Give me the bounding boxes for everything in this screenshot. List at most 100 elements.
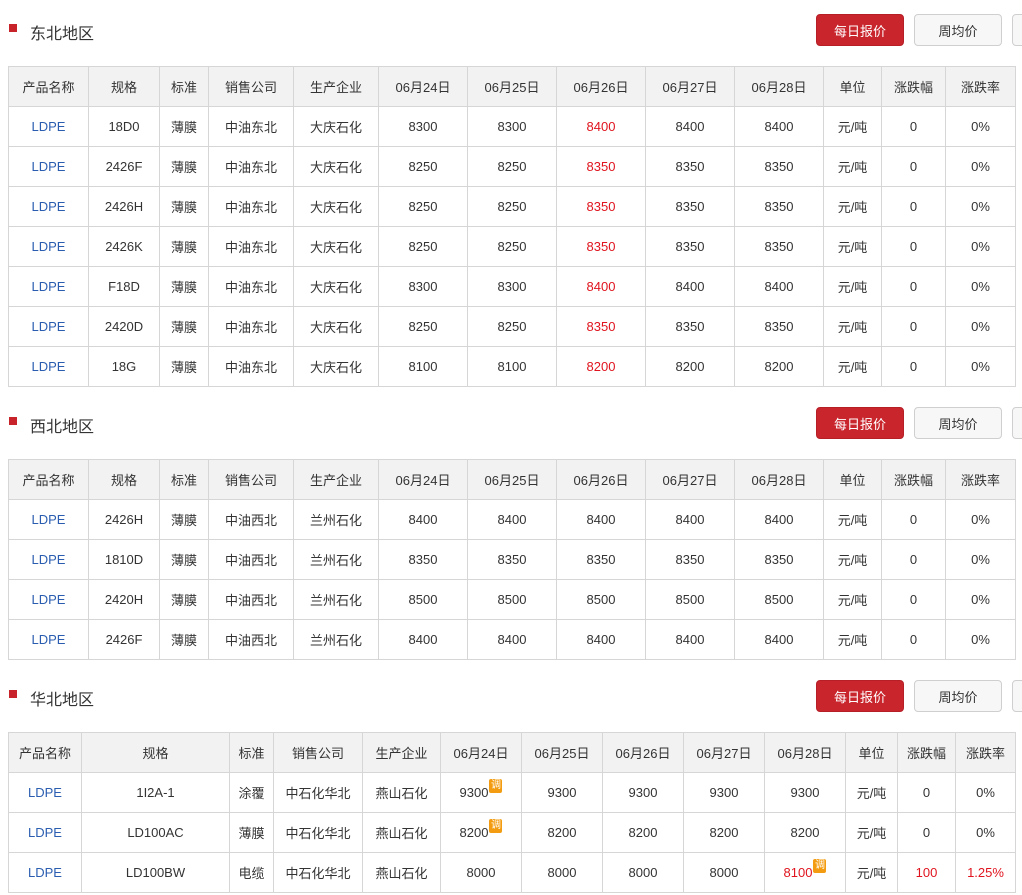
product-link[interactable]: LDPE [8,226,89,267]
table-cell: 8350 [645,186,735,227]
product-link[interactable]: LDPE [8,266,89,307]
table-cell: 8500 [734,579,824,620]
table-cell: 电缆 [229,852,274,893]
table-row: LDPE LD100AC 薄膜 中石化华北 燕山石化 8200 调 8200 8200 8200 8… [8,812,1016,853]
table-cell: 9300 [683,772,765,813]
more-button[interactable] [1012,14,1022,46]
table-cell: 元/吨 [823,146,882,187]
table-cell: 9300 [521,772,603,813]
section-header: 西北地区 每日报价 周均价 [0,393,1022,445]
table-cell: 中油西北 [208,499,294,540]
table-cell: 0% [945,619,1016,660]
table-cell: 8200 [645,346,735,387]
column-header: 标准 [159,66,209,107]
daily-quote-button[interactable]: 每日报价 [816,680,904,712]
column-header: 单位 [823,459,882,500]
table-cell: 中油东北 [208,226,294,267]
table-cell: 0 [881,266,946,307]
table-cell: 2420H [88,579,160,620]
product-link[interactable]: LDPE [8,499,89,540]
column-header: 单位 [823,66,882,107]
table-cell: 兰州石化 [293,539,379,580]
table-cell: 大庆石化 [293,146,379,187]
weekly-average-button[interactable]: 周均价 [914,14,1002,46]
table-cell: 8400 [378,619,468,660]
product-link[interactable]: LDPE [8,346,89,387]
table-cell: 中油西北 [208,579,294,620]
price-adjusted-icon: 调 [489,779,503,793]
table-cell: 100 [897,852,956,893]
more-button[interactable] [1012,407,1022,439]
product-link[interactable]: LDPE [8,539,89,580]
product-link[interactable]: LDPE [8,812,82,853]
table-cell: 8350 [556,306,646,347]
product-link[interactable]: LDPE [8,619,89,660]
table-cell: 元/吨 [845,812,898,853]
table-cell: 薄膜 [159,499,209,540]
table-cell: 0% [945,539,1016,580]
table-cell: 0 [881,106,946,147]
product-link[interactable]: LDPE [8,852,82,893]
column-header: 06月24日 [378,459,468,500]
price-table: 产品名称 规格 标准 销售公司 生产企业 06月24日 06月25日 06月26日 06月27日… [8,459,1016,660]
table-cell: 0% [945,266,1016,307]
weekly-average-button[interactable]: 周均价 [914,407,1002,439]
table-cell: 8350 [734,226,824,267]
column-header: 产品名称 [8,66,89,107]
table-cell: 元/吨 [845,772,898,813]
weekly-average-button[interactable]: 周均价 [914,680,1002,712]
column-header: 标准 [229,732,274,773]
product-link[interactable]: LDPE [8,186,89,227]
table-cell: 0% [945,226,1016,267]
table-cell: 中油东北 [208,266,294,307]
table-cell: 8350 [378,539,468,580]
table-cell: 18D0 [88,106,160,147]
table-cell: 8200 调 [440,812,522,853]
table-cell: 元/吨 [823,106,882,147]
table-cell: 元/吨 [823,306,882,347]
table-cell: 元/吨 [823,346,882,387]
daily-quote-button[interactable]: 每日报价 [816,407,904,439]
table-cell: 8400 [467,499,557,540]
table-cell: 8400 [378,499,468,540]
table-cell: 8100 调 [764,852,846,893]
table-row: LDPE LD100BW 电缆 中石化华北 燕山石化 8000 8000 8000 8000 81… [8,852,1016,893]
table-cell: 8250 [467,306,557,347]
table-cell: 8350 [556,226,646,267]
table-cell: 0 [897,772,956,813]
table-cell: 8200 [764,812,846,853]
table-cell: 薄膜 [159,266,209,307]
table-cell: 9300 调 [440,772,522,813]
table-cell: 8400 [556,106,646,147]
table-cell: 元/吨 [823,266,882,307]
table-cell: 8400 [645,619,735,660]
price-adjusted-icon: 调 [813,859,827,873]
product-link[interactable]: LDPE [8,772,82,813]
section-northwest: 西北地区 每日报价 周均价 产品名称 规格 标准 销售公司 生产企业 06月24日 06月2… [0,393,1022,660]
table-cell: 8400 [734,499,824,540]
table-cell: 8000 [683,852,765,893]
table-cell: 大庆石化 [293,226,379,267]
table-row: LDPE 2420H 薄膜 中油西北 兰州石化 8500 8500 8500 8500 8500 元… [8,579,1016,620]
column-header: 规格 [88,66,160,107]
table-cell: 大庆石化 [293,106,379,147]
table-cell: 0% [945,306,1016,347]
product-link[interactable]: LDPE [8,579,89,620]
table-row: LDPE 2426H 薄膜 中油东北 大庆石化 8250 8250 8350 8350 8350 元… [8,186,1016,227]
product-link[interactable]: LDPE [8,106,89,147]
product-link[interactable]: LDPE [8,146,89,187]
daily-quote-button[interactable]: 每日报价 [816,14,904,46]
product-link[interactable]: LDPE [8,306,89,347]
table-cell: 薄膜 [159,619,209,660]
table-cell: 0% [955,812,1016,853]
table-cell: 8400 [734,619,824,660]
column-header: 涨跌幅 [881,459,946,500]
column-header: 产品名称 [8,459,89,500]
table-cell: 0% [945,186,1016,227]
column-header: 销售公司 [273,732,363,773]
table-cell: 8350 [645,306,735,347]
price-table: 产品名称 规格 标准 销售公司 生产企业 06月24日 06月25日 06月26日 06月27日… [8,732,1016,893]
table-row: LDPE 2420D 薄膜 中油东北 大庆石化 8250 8250 8350 8350 8350 元… [8,306,1016,347]
more-button[interactable] [1012,680,1022,712]
column-header: 生产企业 [293,66,379,107]
